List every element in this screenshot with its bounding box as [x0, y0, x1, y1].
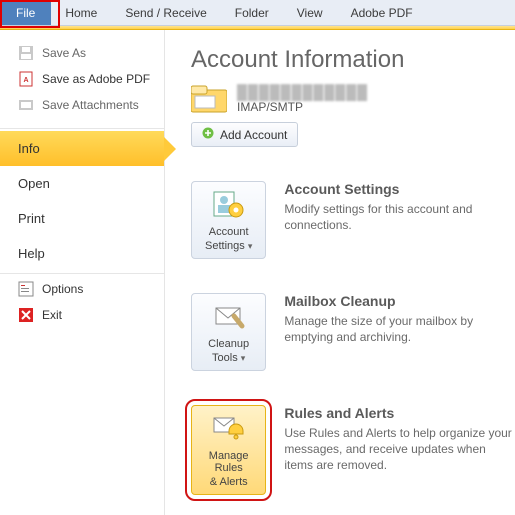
section-mailbox-cleanup: Cleanup Tools ▾ Mailbox Cleanup Manage t…	[191, 293, 515, 371]
add-account-button[interactable]: Add Account	[191, 122, 298, 147]
account-settings-icon	[212, 190, 246, 220]
section-account-settings: Account Settings ▾ Account Settings Modi…	[191, 181, 515, 259]
manage-rules-alerts-button[interactable]: Manage Rules & Alerts	[191, 405, 266, 495]
save-as-pdf-label: Save as Adobe PDF	[42, 72, 150, 86]
tab-file[interactable]: File	[0, 1, 51, 25]
rules-btn-l1: Manage Rules	[196, 450, 261, 474]
ribbon-tabs: File Home Send / Receive Folder View Ado…	[0, 0, 515, 26]
exit-icon	[18, 307, 34, 323]
account-box[interactable]: ████████████ IMAP/SMTP	[191, 84, 515, 114]
rules-alerts-body: Use Rules and Alerts to help organize yo…	[284, 425, 515, 474]
tab-send-receive[interactable]: Send / Receive	[111, 1, 220, 25]
account-settings-heading: Account Settings	[284, 181, 515, 197]
account-settings-body: Modify settings for this account and con…	[284, 201, 515, 233]
rules-alerts-heading: Rules and Alerts	[284, 405, 515, 421]
tab-adobe-pdf[interactable]: Adobe PDF	[337, 1, 427, 25]
dropdown-caret-icon: ▾	[241, 353, 246, 363]
account-folder-icon	[191, 84, 227, 114]
tab-home[interactable]: Home	[51, 1, 111, 25]
options-icon	[18, 281, 34, 297]
save-attachments-item: Save Attachments	[0, 92, 164, 118]
cleanup-btn-l2: Tools	[212, 352, 238, 364]
mailbox-cleanup-heading: Mailbox Cleanup	[284, 293, 515, 309]
nav-print[interactable]: Print	[0, 201, 164, 236]
save-attachments-label: Save Attachments	[42, 98, 139, 112]
plus-icon	[202, 127, 214, 142]
pdf-icon: A	[18, 71, 34, 87]
save-icon	[18, 45, 34, 61]
account-settings-btn-l1: Account	[209, 226, 249, 238]
save-as-label: Save As	[42, 46, 86, 60]
add-account-label: Add Account	[220, 128, 287, 142]
svg-text:A: A	[23, 77, 28, 84]
nav-open[interactable]: Open	[0, 166, 164, 201]
account-settings-btn-l2: Settings	[205, 240, 245, 252]
rules-btn-l2: & Alerts	[210, 476, 248, 488]
tab-folder[interactable]: Folder	[221, 1, 283, 25]
cleanup-icon	[212, 302, 246, 332]
page-title: Account Information	[191, 46, 515, 74]
separator	[0, 128, 164, 129]
save-as-item: Save As	[0, 40, 164, 66]
separator	[0, 273, 164, 274]
options-item[interactable]: Options	[0, 276, 164, 302]
account-protocol: IMAP/SMTP	[237, 100, 368, 114]
backstage-menu: Save As A Save as Adobe PDF Save Attachm…	[0, 30, 165, 515]
content-pane: Account Information ████████████ IMAP/SM…	[165, 30, 515, 515]
dropdown-caret-icon: ▾	[248, 241, 253, 251]
account-settings-button[interactable]: Account Settings ▾	[191, 181, 266, 259]
account-name: ████████████	[237, 84, 368, 100]
nav-info[interactable]: Info	[0, 131, 164, 166]
cleanup-tools-button[interactable]: Cleanup Tools ▾	[191, 293, 266, 371]
exit-label: Exit	[42, 308, 62, 322]
cleanup-btn-l1: Cleanup	[208, 338, 249, 350]
rules-alerts-icon	[212, 414, 246, 444]
section-rules-alerts: Manage Rules & Alerts Rules and Alerts U…	[191, 405, 515, 495]
tab-view[interactable]: View	[283, 1, 337, 25]
nav-help[interactable]: Help	[0, 236, 164, 271]
attachment-icon	[18, 97, 34, 113]
mailbox-cleanup-body: Manage the size of your mailbox by empty…	[284, 313, 515, 345]
options-label: Options	[42, 282, 83, 296]
exit-item[interactable]: Exit	[0, 302, 164, 328]
save-as-pdf-item[interactable]: A Save as Adobe PDF	[0, 66, 164, 92]
